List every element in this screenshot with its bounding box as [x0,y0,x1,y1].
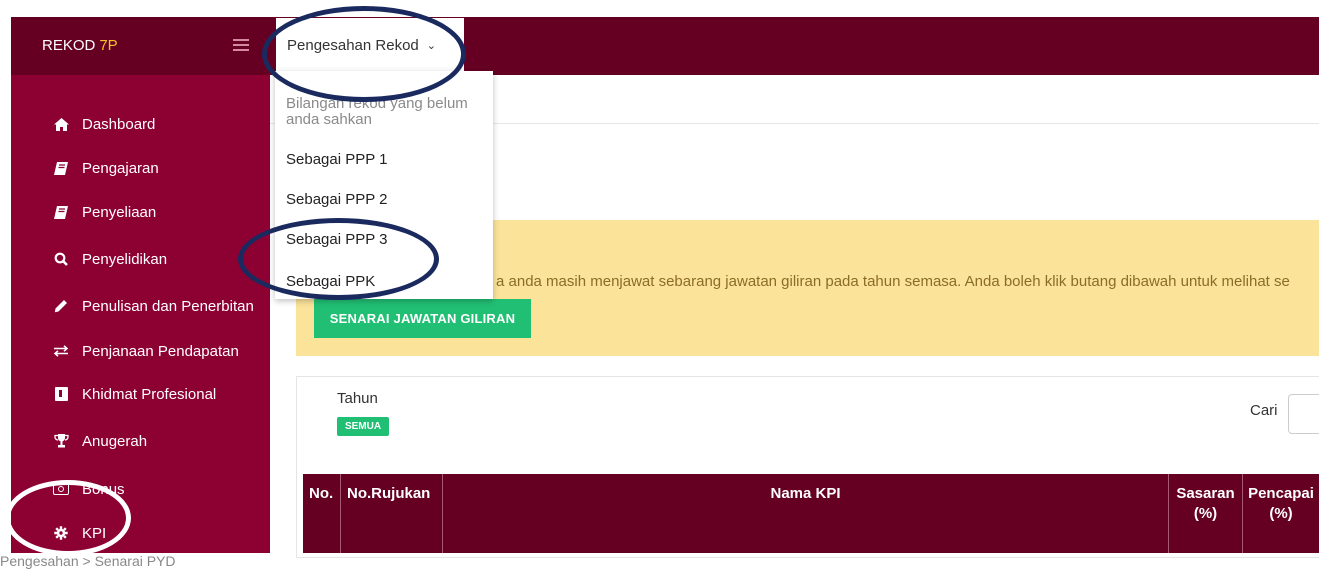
sidebar: REKOD 7P Dashboard Pengajaran Penyeliaan … [11,17,270,553]
sidebar-item-label: Penulisan dan Penerbitan [82,297,254,315]
table-header-pencapaian[interactable]: Pencapai (%) [1243,474,1319,553]
table-header-sasaran[interactable]: Sasaran (%) [1169,474,1243,553]
book-icon [53,205,69,219]
sidebar-item-penulisan[interactable]: Penulisan dan Penerbitan [11,286,270,326]
exchange-icon [53,345,69,357]
sidebar-item-dashboard[interactable]: Dashboard [11,104,270,144]
sidebar-item-pengajaran[interactable]: Pengajaran [11,148,270,188]
sidebar-item-penyelidikan[interactable]: Penyelidikan [11,239,270,279]
annotation-circle-kpi [5,480,131,556]
sidebar-item-label: Pengajaran [82,159,159,177]
menu-item-ppp1[interactable]: Sebagai PPP 1 [286,151,387,168]
sidebar-item-label: Penyeliaan [82,203,157,221]
annotation-circle-dropdown [262,6,466,102]
sidebar-item-label: Penyelidikan [82,250,168,268]
book-icon [53,161,69,175]
sidebar-item-khidmat[interactable]: Khidmat Profesional [11,374,270,414]
hourglass-icon [53,387,69,401]
alert-message: a anda masih menjawat sebarang jawatan g… [496,273,1290,290]
sidebar-item-anugerah[interactable]: Anugerah [11,421,270,461]
sidebar-item-penjanaan[interactable]: Penjanaan Pendapatan [11,331,270,371]
search-input[interactable] [1288,394,1319,434]
sidebar-item-penyeliaan[interactable]: Penyeliaan [11,192,270,232]
sidebar-item-label: Penjanaan Pendapatan [82,342,239,360]
cari-label: Cari [1250,402,1278,419]
brand-text: REKOD [42,37,96,54]
table-header-no-rujukan[interactable]: No.Rujukan [341,474,443,553]
senarai-jawatan-giliran-button[interactable]: SENARAI JAWATAN GILIRAN [314,299,531,338]
pencil-icon [53,299,69,313]
sidebar-item-label: Khidmat Profesional [82,385,217,403]
search-icon [53,252,69,266]
kpi-table-header: No. No.Rujukan Nama KPI Sasaran (%) Penc… [303,474,1319,553]
sidebar-item-label: Anugerah [82,432,148,450]
brand-accent: 7P [99,37,118,54]
menu-item-ppp2[interactable]: Sebagai PPP 2 [286,191,387,208]
tahun-label: Tahun [337,390,378,407]
tahun-filter-badge[interactable]: SEMUA [337,417,389,436]
trophy-icon [53,434,69,448]
table-header-nama-kpi[interactable]: Nama KPI [443,474,1169,553]
sidebar-item-label: Dashboard [82,115,156,133]
home-icon [53,117,69,131]
sidebar-header: REKOD 7P [11,17,270,75]
table-header-no[interactable]: No. [303,474,341,553]
brand-logo[interactable]: REKOD 7P [42,37,118,54]
annotation-circle-ppp3-ppk [238,218,439,300]
breadcrumb: Pengesahan > Senarai PYD [0,553,176,569]
hamburger-menu-icon[interactable] [233,39,249,51]
